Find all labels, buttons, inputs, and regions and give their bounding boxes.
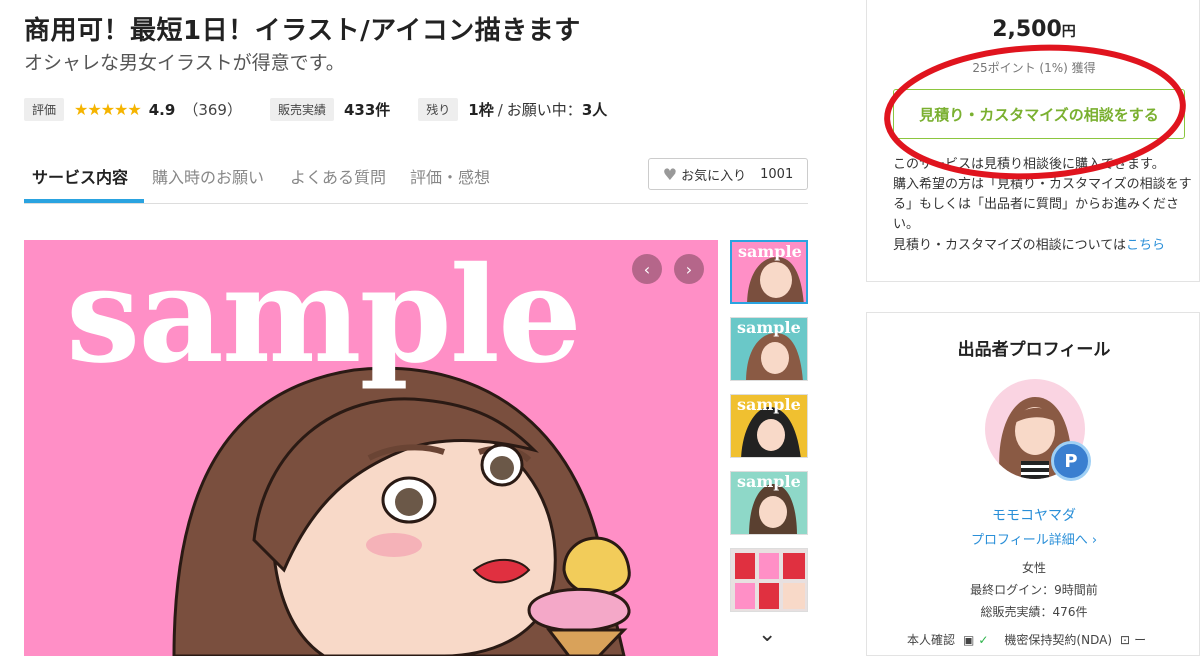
thumbnail-5[interactable] — [730, 548, 808, 612]
star-rating-icon: ★★★★★ — [74, 100, 142, 119]
service-meta: 評価 ★★★★★ 4.9 （369） 販売実績 433件 残り 1枠 / お願い… — [24, 98, 607, 121]
remaining-value: 1枠 — [468, 101, 494, 119]
rating-value: 4.9 — [148, 100, 176, 119]
tab-reviews[interactable]: 評価・感想 — [410, 164, 490, 188]
points-earned: 25ポイント (1%) 獲得 — [972, 61, 1096, 75]
favorite-button[interactable]: ♥ お気に入り 1001 — [648, 158, 808, 190]
active-tab-indicator — [24, 199, 144, 203]
sales-tag: 販売実績 — [269, 98, 334, 121]
remaining-tag: 残り — [418, 98, 459, 121]
thumbnail-4[interactable]: sample — [730, 471, 808, 535]
price-unit: 円 — [1061, 24, 1076, 40]
desc-line-3-text: 見積り・カスタマイズの相談については — [893, 237, 1126, 253]
service-page: 商用可！最短1日！イラスト/アイコン描きます オシャレな男女イラストが得意です。… — [0, 0, 1200, 656]
price-value: 2,500 — [992, 17, 1062, 42]
consult-info-link[interactable]: こちら — [1126, 238, 1165, 253]
check-icon: ✓ — [978, 632, 989, 647]
main-gallery-image[interactable]: sample ‹ › — [24, 240, 718, 656]
purchase-panel: 2,500円 25ポイント (1%) 獲得 見積り・カスタマイズの相談をする こ… — [866, 0, 1200, 282]
seller-total-sales: 総販売実績：476件 — [980, 605, 1088, 619]
thumbnail-collage — [735, 553, 805, 609]
identity-label: 本人確認 — [907, 633, 956, 647]
thumbnail-list: sample sample sample sample — [730, 240, 808, 625]
thumbnail-watermark: sample — [737, 395, 801, 414]
id-card-icon: ▣ — [963, 632, 975, 647]
profile-detail-link[interactable]: プロフィール詳細へ › — [867, 529, 1200, 548]
thumbnail-watermark: sample — [738, 242, 802, 261]
thumbnail-2[interactable]: sample — [730, 317, 808, 381]
seller-profile-panel: 出品者プロフィール P モモコヤマダ プロフィール詳細へ › 女性 最終ログイン… — [866, 312, 1200, 656]
tab-service-content[interactable]: サービス内容 — [32, 164, 128, 188]
purchase-description: このサービスは見積り相談後に購入できます。 購入希望の方は「見積り・カスタマイズ… — [893, 155, 1193, 256]
heart-icon: ♥ — [662, 164, 678, 184]
rating-tag: 評価 — [24, 98, 65, 121]
verification-row: 本人確認 ▣ ✓ 機密保持契約(NDA) ⊡ ー — [907, 631, 1146, 648]
lock-icon: ⊡ — [1120, 632, 1131, 647]
desc-line-2: 購入希望の方は「見積り・カスタマイズの相談をする」もしくは「出品者に質問」からお… — [893, 177, 1192, 233]
desc-line-1: このサービスは見積り相談後に購入できます。 — [893, 157, 1165, 172]
desc-line-3: 見積り・カスタマイズの相談についてはこちら — [893, 236, 1193, 256]
service-subtitle: オシャレな男女イラストが得意です。 — [24, 52, 345, 74]
service-title: 商用可！最短1日！イラスト/アイコン描きます — [24, 16, 581, 46]
thumbnail-watermark: sample — [737, 472, 801, 491]
consult-button[interactable]: 見積り・カスタマイズの相談をする — [893, 89, 1185, 139]
prev-image-button[interactable]: ‹ — [632, 254, 662, 284]
platinum-badge-icon: P — [1051, 441, 1091, 481]
sales-value: 433件 — [343, 101, 391, 119]
nda-label: 機密保持契約(NDA) — [1004, 633, 1113, 647]
chevron-down-icon[interactable]: ⌄ — [758, 622, 776, 647]
favorite-count: 1001 — [760, 166, 794, 182]
tab-purchase-request[interactable]: 購入時のお願い — [152, 164, 264, 188]
service-tabs: サービス内容 購入時のお願い よくある質問 評価・感想 ♥ お気に入り 1001 — [24, 150, 808, 204]
profile-heading: 出品者プロフィール — [957, 340, 1111, 360]
favorite-label: お気に入り — [681, 168, 747, 184]
sample-watermark: sample — [66, 240, 582, 393]
nda-value: ー — [1134, 633, 1147, 647]
seller-gender: 女性 — [1021, 561, 1046, 575]
tab-faq[interactable]: よくある質問 — [290, 164, 386, 188]
in-progress-value: 3人 — [581, 101, 608, 119]
next-image-button[interactable]: › — [674, 254, 704, 284]
seller-name[interactable]: モモコヤマダ — [867, 505, 1200, 525]
thumbnail-3[interactable]: sample — [730, 394, 808, 458]
seller-last-login: 最終ログイン：9時間前 — [970, 583, 1098, 597]
thumbnail-1[interactable]: sample — [730, 240, 808, 304]
review-count[interactable]: （369） — [183, 99, 242, 120]
in-progress-label: お願い中： — [506, 101, 582, 119]
price: 2,500円 — [867, 17, 1200, 42]
meta-separator: / — [497, 100, 503, 119]
thumbnail-watermark: sample — [737, 318, 801, 337]
